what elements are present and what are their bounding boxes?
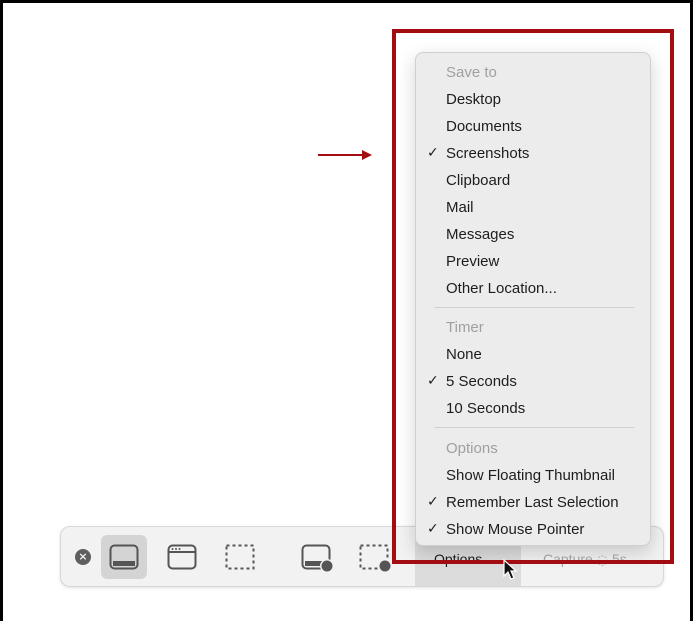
capture-selection-button[interactable] <box>217 535 263 579</box>
menu-item-label: Messages <box>446 226 515 243</box>
capture-window-button[interactable] <box>159 535 205 579</box>
menu-item-desktop[interactable]: Desktop <box>416 86 652 113</box>
menu-section-header-timer: Timer <box>446 319 484 336</box>
checkmark-icon: ✓ <box>427 145 439 161</box>
menu-item-label: Other Location... <box>446 280 557 297</box>
record-selection-icon <box>359 544 392 573</box>
menu-item-none[interactable]: None <box>416 341 652 368</box>
menu-item-label: None <box>446 346 482 363</box>
capture-timer-value: 5s <box>611 551 627 567</box>
menu-item-messages[interactable]: Messages <box>416 221 652 248</box>
menu-item-label: 10 Seconds <box>446 400 526 417</box>
checkmark-icon: ✓ <box>427 521 439 537</box>
menu-item-show-floating-thumbnail[interactable]: Show Floating Thumbnail <box>416 462 652 489</box>
menu-item-label: Screenshots <box>446 145 530 162</box>
menu-item-10-seconds[interactable]: 10 Seconds <box>416 395 652 422</box>
menu-item-documents[interactable]: Documents <box>416 113 652 140</box>
checkmark-icon: ✓ <box>427 373 439 389</box>
record-selection-button[interactable] <box>351 535 397 579</box>
menu-item-label: Preview <box>446 253 500 270</box>
checkmark-icon: ✓ <box>427 494 439 510</box>
menu-item-show-mouse-pointer[interactable]: ✓ Show Mouse Pointer <box>416 516 652 543</box>
options-menu: Save to Desktop Documents ✓ Screenshots C… <box>415 52 651 546</box>
menu-item-clipboard[interactable]: Clipboard <box>416 167 652 194</box>
menu-item-label: Remember Last Selection <box>446 494 619 511</box>
record-entire-screen-icon <box>301 544 334 573</box>
menu-item-preview[interactable]: Preview <box>416 248 652 275</box>
mouse-pointer-icon <box>503 559 518 580</box>
menu-separator <box>434 307 634 308</box>
menu-item-label: Clipboard <box>446 172 511 189</box>
close-icon[interactable]: × <box>75 549 91 565</box>
capture-entire-screen-icon <box>109 544 139 570</box>
menu-item-other-location[interactable]: Other Location... <box>416 275 652 302</box>
menu-section-header-save-to: Save to <box>446 64 497 81</box>
menu-item-mail[interactable]: Mail <box>416 194 652 221</box>
menu-item-5-seconds[interactable]: ✓ 5 Seconds <box>416 368 652 395</box>
capture-selection-icon <box>225 544 255 570</box>
capture-button[interactable]: Capture ◌ 5s <box>543 551 627 568</box>
menu-item-label: Documents <box>446 118 522 135</box>
menu-item-label: Show Mouse Pointer <box>446 521 585 538</box>
menu-item-remember-last-selection[interactable]: ✓ Remember Last Selection <box>416 489 652 516</box>
record-entire-screen-button[interactable] <box>293 535 339 579</box>
menu-section-header-options: Options <box>446 440 498 457</box>
options-label: Options <box>434 551 483 567</box>
capture-window-icon <box>167 544 197 570</box>
menu-item-screenshots[interactable]: ✓ Screenshots <box>416 140 652 167</box>
menu-item-label: Mail <box>446 199 474 216</box>
menu-separator <box>434 427 634 428</box>
annotation-arrow-icon <box>318 150 372 160</box>
menu-item-label: Desktop <box>446 91 502 108</box>
menu-item-label: 5 Seconds <box>446 373 517 390</box>
capture-entire-screen-button[interactable] <box>101 535 147 579</box>
timer-icon: ◌ <box>596 553 609 568</box>
capture-label: Capture <box>543 551 593 567</box>
chevron-down-icon: ⌄ <box>482 554 492 567</box>
options-button[interactable]: Options⌄ <box>434 551 491 567</box>
menu-item-label: Show Floating Thumbnail <box>446 467 615 484</box>
